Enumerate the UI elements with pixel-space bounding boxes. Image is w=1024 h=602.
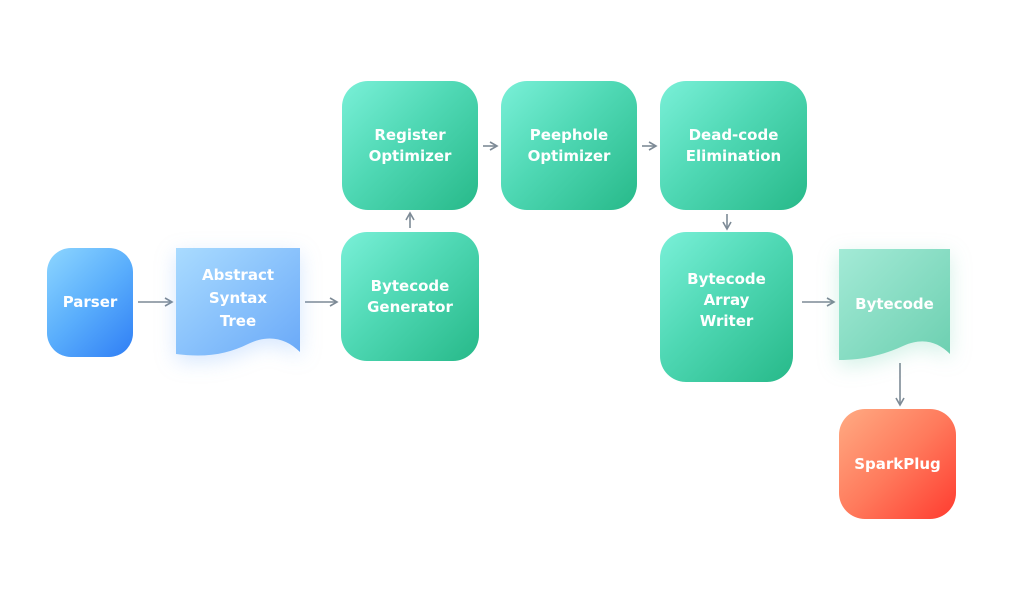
node-deadcode-label-1: Dead-code [688,125,779,144]
node-bytecode-generator: Bytecode Generator [341,232,479,361]
node-ast-label-2: Syntax [208,288,268,307]
node-writer-label-2: Array [703,290,750,309]
node-sparkplug-label: SparkPlug [854,454,941,473]
node-writer-label-1: Bytecode [687,269,766,288]
node-sparkplug: SparkPlug [839,409,956,519]
node-peephole-optimizer: Peephole Optimizer [501,81,637,210]
node-register-label-2: Optimizer [368,146,452,165]
node-register-label-1: Register [374,125,446,144]
node-bytecode: Bytecode [839,249,950,360]
node-peephole-label-2: Optimizer [527,146,611,165]
node-peephole-label-1: Peephole [529,125,609,144]
node-register-optimizer: Register Optimizer [342,81,478,210]
node-abstract-syntax-tree: Abstract Syntax Tree [176,248,300,358]
node-generator-label-1: Bytecode [370,276,450,295]
node-parser: Parser [47,248,133,357]
node-bytecode-array-writer: Bytecode Array Writer [660,232,793,382]
node-writer-label-3: Writer [699,311,754,330]
node-generator-label-2: Generator [367,297,453,316]
node-dead-code-elimination: Dead-code Elimination [660,81,807,210]
node-ast-label-3: Tree [219,311,257,330]
node-parser-label: Parser [62,293,118,311]
node-bytecode-label: Bytecode [855,294,934,313]
node-deadcode-label-2: Elimination [685,146,782,165]
node-ast-label-1: Abstract [201,265,275,284]
